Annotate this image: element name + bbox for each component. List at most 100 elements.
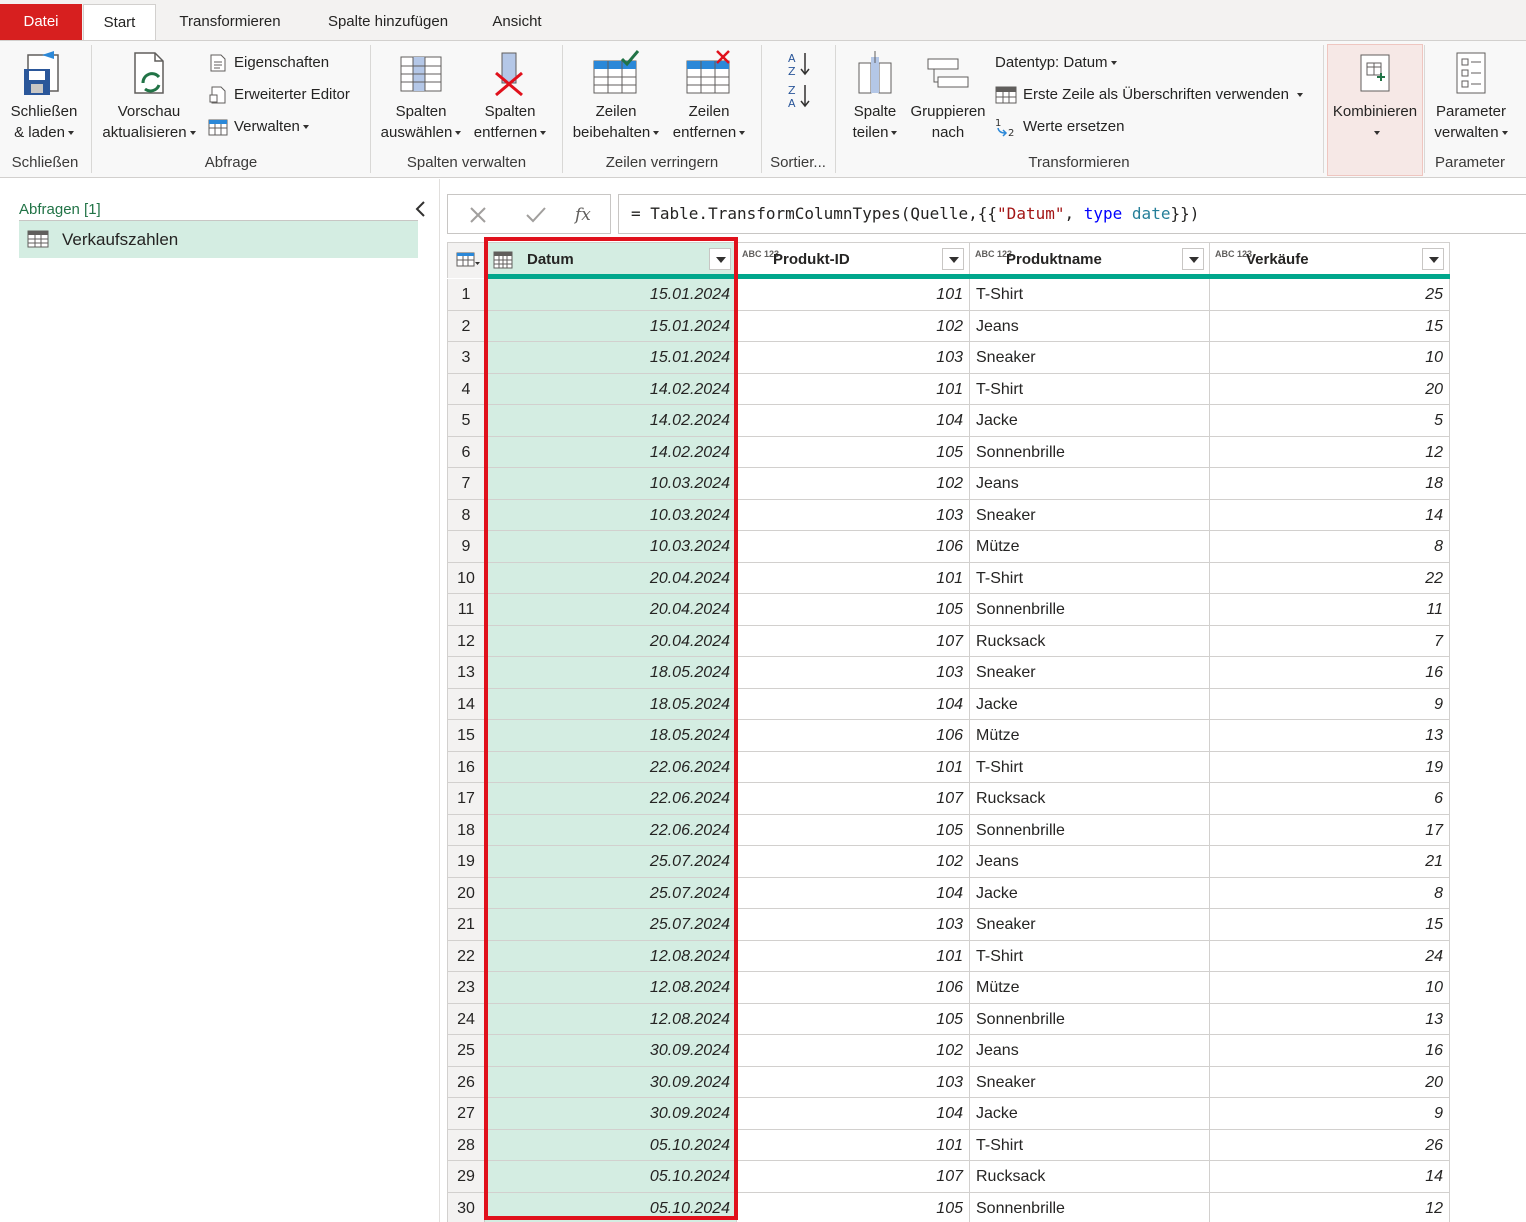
row-number[interactable]: 14 xyxy=(447,688,485,720)
cell-produktname[interactable]: Sonnenbrille xyxy=(970,1003,1210,1035)
cell-produkt-id[interactable]: 103 xyxy=(737,657,970,689)
row-number[interactable]: 17 xyxy=(447,783,485,815)
cell-datum[interactable]: 30.09.2024 xyxy=(485,1098,737,1130)
formula-input[interactable]: = Table.TransformColumnTypes(Quelle,{{"D… xyxy=(618,194,1526,234)
cell-verkaeufe[interactable]: 7 xyxy=(1210,625,1450,657)
row-number[interactable]: 2 xyxy=(447,310,485,342)
tab-spalte-hinzufuegen[interactable]: Spalte hinzufügen xyxy=(308,4,468,40)
row-number[interactable]: 11 xyxy=(447,594,485,626)
cell-verkaeufe[interactable]: 12 xyxy=(1210,436,1450,468)
cell-datum[interactable]: 15.01.2024 xyxy=(485,310,737,342)
cell-produkt-id[interactable]: 101 xyxy=(737,751,970,783)
cell-produkt-id[interactable]: 103 xyxy=(737,909,970,941)
schliessen-laden-button[interactable]: Schließen & laden xyxy=(5,49,83,143)
cell-produktname[interactable]: Sneaker xyxy=(970,909,1210,941)
cell-verkaeufe[interactable]: 14 xyxy=(1210,499,1450,531)
column-filter-dropdown[interactable] xyxy=(709,248,731,270)
cell-datum[interactable]: 10.03.2024 xyxy=(485,499,737,531)
cell-produkt-id[interactable]: 105 xyxy=(737,1003,970,1035)
column-header-produktname[interactable]: ABC 123 Produktname xyxy=(970,242,1210,278)
cell-datum[interactable]: 12.08.2024 xyxy=(485,1003,737,1035)
cell-produktname[interactable]: Rucksack xyxy=(970,783,1210,815)
cell-produkt-id[interactable]: 105 xyxy=(737,814,970,846)
cell-produktname[interactable]: T-Shirt xyxy=(970,562,1210,594)
cell-verkaeufe[interactable]: 25 xyxy=(1210,279,1450,311)
cell-produktname[interactable]: Mütze xyxy=(970,972,1210,1004)
cell-produkt-id[interactable]: 105 xyxy=(737,1192,970,1222)
cell-produktname[interactable]: Jacke xyxy=(970,877,1210,909)
cell-verkaeufe[interactable]: 21 xyxy=(1210,846,1450,878)
cell-produkt-id[interactable]: 101 xyxy=(737,940,970,972)
row-number[interactable]: 28 xyxy=(447,1129,485,1161)
cell-datum[interactable]: 22.06.2024 xyxy=(485,751,737,783)
tab-datei[interactable]: Datei xyxy=(0,4,82,40)
row-number[interactable]: 16 xyxy=(447,751,485,783)
tab-transformieren[interactable]: Transformieren xyxy=(160,4,300,40)
cell-datum[interactable]: 20.04.2024 xyxy=(485,594,737,626)
cell-produktname[interactable]: Rucksack xyxy=(970,625,1210,657)
cell-verkaeufe[interactable]: 20 xyxy=(1210,1066,1450,1098)
row-number[interactable]: 23 xyxy=(447,972,485,1004)
cell-datum[interactable]: 14.02.2024 xyxy=(485,436,737,468)
row-number[interactable]: 15 xyxy=(447,720,485,752)
cell-verkaeufe[interactable]: 11 xyxy=(1210,594,1450,626)
cell-datum[interactable]: 25.07.2024 xyxy=(485,909,737,941)
cell-datum[interactable]: 18.05.2024 xyxy=(485,657,737,689)
row-number[interactable]: 20 xyxy=(447,877,485,909)
row-number[interactable]: 22 xyxy=(447,940,485,972)
cell-datum[interactable]: 18.05.2024 xyxy=(485,720,737,752)
cell-verkaeufe[interactable]: 18 xyxy=(1210,468,1450,500)
cell-verkaeufe[interactable]: 9 xyxy=(1210,688,1450,720)
spalten-entfernen-button[interactable]: Spalten entfernen xyxy=(468,49,552,143)
column-filter-dropdown[interactable] xyxy=(1422,248,1444,270)
cell-datum[interactable]: 10.03.2024 xyxy=(485,531,737,563)
spalten-auswaehlen-button[interactable]: Spalten auswählen xyxy=(376,49,466,143)
cell-produktname[interactable]: Jeans xyxy=(970,846,1210,878)
werte-ersetzen-button[interactable]: 1 2 Werte ersetzen xyxy=(995,115,1124,139)
kombinieren-button[interactable]: Kombinieren xyxy=(1327,49,1423,143)
row-number[interactable]: 19 xyxy=(447,846,485,878)
cell-verkaeufe[interactable]: 15 xyxy=(1210,909,1450,941)
cell-datum[interactable]: 20.04.2024 xyxy=(485,625,737,657)
cell-datum[interactable]: 15.01.2024 xyxy=(485,342,737,374)
cell-datum[interactable]: 25.07.2024 xyxy=(485,846,737,878)
cell-verkaeufe[interactable]: 6 xyxy=(1210,783,1450,815)
cell-produktname[interactable]: Sneaker xyxy=(970,1066,1210,1098)
cell-produktname[interactable]: Jeans xyxy=(970,1035,1210,1067)
cancel-formula-icon[interactable] xyxy=(468,205,488,225)
row-number[interactable]: 10 xyxy=(447,562,485,594)
row-number[interactable]: 4 xyxy=(447,373,485,405)
column-filter-dropdown[interactable] xyxy=(1182,248,1204,270)
cell-verkaeufe[interactable]: 20 xyxy=(1210,373,1450,405)
cell-produktname[interactable]: T-Shirt xyxy=(970,751,1210,783)
sort-descending-button[interactable]: Z A xyxy=(787,83,811,111)
cell-produktname[interactable]: T-Shirt xyxy=(970,940,1210,972)
cell-datum[interactable]: 30.09.2024 xyxy=(485,1035,737,1067)
row-number[interactable]: 8 xyxy=(447,499,485,531)
cell-datum[interactable]: 15.01.2024 xyxy=(485,279,737,311)
cell-produktname[interactable]: Sneaker xyxy=(970,342,1210,374)
cell-datum[interactable]: 14.02.2024 xyxy=(485,405,737,437)
cell-produkt-id[interactable]: 102 xyxy=(737,468,970,500)
cell-verkaeufe[interactable]: 14 xyxy=(1210,1161,1450,1193)
cell-verkaeufe[interactable]: 15 xyxy=(1210,310,1450,342)
cell-produktname[interactable]: Sneaker xyxy=(970,657,1210,689)
cell-verkaeufe[interactable]: 19 xyxy=(1210,751,1450,783)
tab-start[interactable]: Start xyxy=(83,4,156,41)
cell-produkt-id[interactable]: 105 xyxy=(737,594,970,626)
cell-verkaeufe[interactable]: 16 xyxy=(1210,657,1450,689)
cell-produkt-id[interactable]: 107 xyxy=(737,783,970,815)
zeilen-beibehalten-button[interactable]: Zeilen beibehalten xyxy=(568,49,664,143)
cell-datum[interactable]: 14.02.2024 xyxy=(485,373,737,405)
erweiterter-editor-button[interactable]: Erweiterter Editor xyxy=(208,83,350,107)
table-menu-button[interactable] xyxy=(447,242,485,278)
row-number[interactable]: 5 xyxy=(447,405,485,437)
row-number[interactable]: 26 xyxy=(447,1066,485,1098)
query-item-verkaufszahlen[interactable]: Verkaufszahlen xyxy=(19,221,418,258)
cell-verkaeufe[interactable]: 24 xyxy=(1210,940,1450,972)
row-number[interactable]: 3 xyxy=(447,342,485,374)
datentyp-dropdown[interactable]: Datentyp: Datum xyxy=(995,51,1117,75)
cell-produkt-id[interactable]: 106 xyxy=(737,972,970,1004)
cell-produkt-id[interactable]: 106 xyxy=(737,720,970,752)
cell-datum[interactable]: 30.09.2024 xyxy=(485,1066,737,1098)
